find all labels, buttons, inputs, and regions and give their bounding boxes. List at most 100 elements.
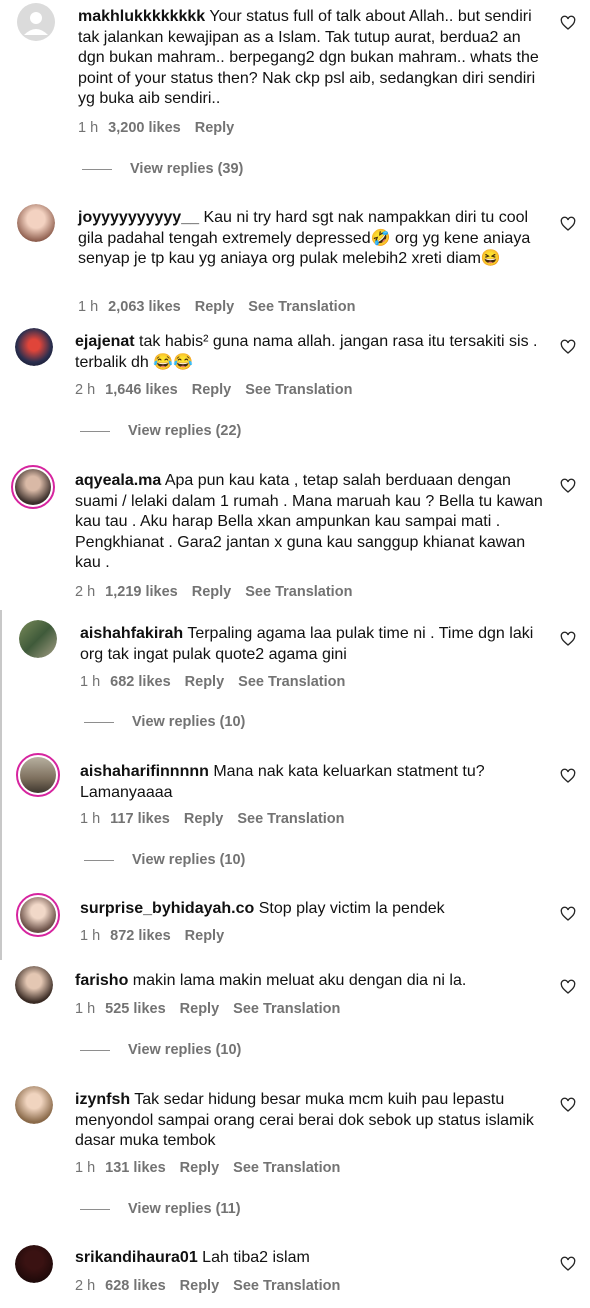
avatar[interactable] bbox=[15, 1086, 53, 1124]
comment-username[interactable]: izynfsh bbox=[75, 1091, 130, 1108]
likes-count[interactable]: 682 likes bbox=[110, 674, 170, 690]
see-translation-button[interactable]: See Translation bbox=[245, 382, 352, 398]
avatar[interactable] bbox=[19, 620, 57, 658]
avatar[interactable] bbox=[16, 893, 60, 937]
like-heart-icon[interactable] bbox=[560, 339, 576, 355]
reply-button[interactable]: Reply bbox=[180, 1160, 220, 1176]
comment-time: 1 h bbox=[80, 811, 101, 827]
avatar[interactable] bbox=[16, 753, 60, 797]
avatar[interactable] bbox=[11, 465, 55, 509]
default-avatar-icon bbox=[17, 3, 55, 41]
divider-line bbox=[80, 1208, 110, 1210]
likes-count[interactable]: 1,219 likes bbox=[105, 584, 178, 600]
comment-text: farisho makin lama makin meluat aku deng… bbox=[75, 971, 545, 992]
reply-button[interactable]: Reply bbox=[195, 120, 235, 136]
reply-button[interactable]: Reply bbox=[180, 1278, 220, 1294]
view-replies-button[interactable]: View replies (22) bbox=[80, 423, 241, 439]
see-translation-button[interactable]: See Translation bbox=[238, 674, 345, 690]
comment-text: aishaharifinnnnn Mana nak kata keluarkan… bbox=[80, 762, 550, 803]
view-replies-button[interactable]: View replies (39) bbox=[82, 161, 243, 177]
like-heart-icon[interactable] bbox=[560, 979, 576, 995]
divider-line bbox=[84, 721, 114, 723]
view-replies-label: View replies (39) bbox=[130, 161, 244, 177]
reply-button[interactable]: Reply bbox=[185, 674, 225, 690]
likes-count[interactable]: 131 likes bbox=[105, 1160, 165, 1176]
comment-time: 2 h bbox=[75, 382, 96, 398]
comment-username[interactable]: makhlukkkkkkkk bbox=[78, 8, 205, 25]
divider-line bbox=[82, 168, 112, 170]
comment-username[interactable]: joyyyyyyyyyy__ bbox=[78, 209, 199, 226]
view-replies-button[interactable]: View replies (10) bbox=[84, 714, 245, 730]
comment-text: srikandihaura01 Lah tiba2 islam bbox=[75, 1248, 545, 1269]
comment-meta: 2 h 1,219 likes Reply See Translation bbox=[75, 584, 366, 600]
divider-line bbox=[84, 859, 114, 861]
comment-meta: 1 h 525 likes Reply See Translation bbox=[75, 1001, 354, 1017]
see-translation-button[interactable]: See Translation bbox=[237, 811, 344, 827]
reply-button[interactable]: Reply bbox=[195, 299, 235, 315]
comment-meta: 1 h 2,063 likes Reply See Translation bbox=[78, 299, 369, 315]
comment-body: tak habis² guna nama allah. jangan rasa … bbox=[75, 333, 538, 371]
view-replies-button[interactable]: View replies (11) bbox=[80, 1201, 241, 1217]
comment-username[interactable]: surprise_byhidayah.co bbox=[80, 900, 254, 917]
comment-username[interactable]: aishaharifinnnnn bbox=[80, 763, 209, 780]
like-heart-icon[interactable] bbox=[560, 768, 576, 784]
avatar[interactable] bbox=[17, 3, 55, 41]
view-replies-button[interactable]: View replies (10) bbox=[84, 852, 245, 868]
divider-line bbox=[80, 1049, 110, 1051]
see-translation-button[interactable]: See Translation bbox=[233, 1278, 340, 1294]
like-heart-icon[interactable] bbox=[560, 15, 576, 31]
avatar[interactable] bbox=[15, 1245, 53, 1283]
comment-time: 1 h bbox=[78, 120, 99, 136]
comment-text: makhlukkkkkkkk Your status full of talk … bbox=[78, 7, 548, 110]
like-heart-icon[interactable] bbox=[560, 906, 576, 922]
see-translation-button[interactable]: See Translation bbox=[233, 1160, 340, 1176]
comment-time: 1 h bbox=[78, 299, 99, 315]
divider-line bbox=[80, 430, 110, 432]
likes-count[interactable]: 872 likes bbox=[110, 928, 170, 944]
view-replies-label: View replies (22) bbox=[128, 423, 242, 439]
like-heart-icon[interactable] bbox=[560, 478, 576, 494]
likes-count[interactable]: 3,200 likes bbox=[108, 120, 181, 136]
comment-username[interactable]: ejajenat bbox=[75, 333, 135, 350]
reply-button[interactable]: Reply bbox=[192, 382, 232, 398]
view-replies-button[interactable]: View replies (10) bbox=[80, 1042, 241, 1058]
comment-body: Tak sedar hidung besar muka mcm kuih pau… bbox=[75, 1091, 534, 1149]
comment-time: 2 h bbox=[75, 584, 96, 600]
likes-count[interactable]: 525 likes bbox=[105, 1001, 165, 1017]
likes-count[interactable]: 2,063 likes bbox=[108, 299, 181, 315]
reply-button[interactable]: Reply bbox=[184, 811, 224, 827]
like-heart-icon[interactable] bbox=[560, 216, 576, 232]
comment-username[interactable]: aqyeala.ma bbox=[75, 472, 161, 489]
comment-meta: 1 h 131 likes Reply See Translation bbox=[75, 1160, 354, 1176]
likes-count[interactable]: 628 likes bbox=[105, 1278, 165, 1294]
avatar[interactable] bbox=[15, 966, 53, 1004]
likes-count[interactable]: 117 likes bbox=[110, 811, 170, 827]
comment-time: 2 h bbox=[75, 1278, 96, 1294]
avatar[interactable] bbox=[15, 328, 53, 366]
like-heart-icon[interactable] bbox=[560, 631, 576, 647]
reply-button[interactable]: Reply bbox=[185, 928, 225, 944]
see-translation-button[interactable]: See Translation bbox=[248, 299, 355, 315]
comment-body: Lah tiba2 islam bbox=[197, 1249, 310, 1266]
reply-button[interactable]: Reply bbox=[192, 584, 232, 600]
comment-username[interactable]: srikandihaura01 bbox=[75, 1249, 198, 1266]
avatar[interactable] bbox=[17, 204, 55, 242]
comment-meta: 1 h 117 likes Reply See Translation bbox=[80, 811, 359, 827]
comment-text: joyyyyyyyyyy__ Kau ni try hard sgt nak n… bbox=[78, 208, 548, 270]
reply-button[interactable]: Reply bbox=[180, 1001, 220, 1017]
like-heart-icon[interactable] bbox=[560, 1256, 576, 1272]
view-replies-label: View replies (10) bbox=[132, 852, 246, 868]
comment-username[interactable]: aishahfakirah bbox=[80, 625, 183, 642]
comment-time: 1 h bbox=[80, 674, 101, 690]
comment-text: izynfsh Tak sedar hidung besar muka mcm … bbox=[75, 1090, 545, 1152]
comment-meta: 2 h 1,646 likes Reply See Translation bbox=[75, 382, 366, 398]
comment-body: makin lama makin meluat aku dengan dia n… bbox=[128, 972, 467, 989]
comment-meta: 1 h 3,200 likes Reply bbox=[78, 120, 248, 136]
see-translation-button[interactable]: See Translation bbox=[233, 1001, 340, 1017]
see-translation-button[interactable]: See Translation bbox=[245, 584, 352, 600]
like-heart-icon[interactable] bbox=[560, 1097, 576, 1113]
comment-text: ejajenat tak habis² guna nama allah. jan… bbox=[75, 332, 545, 373]
likes-count[interactable]: 1,646 likes bbox=[105, 382, 178, 398]
comment-meta: 1 h 872 likes Reply bbox=[80, 928, 238, 944]
comment-username[interactable]: farisho bbox=[75, 972, 128, 989]
